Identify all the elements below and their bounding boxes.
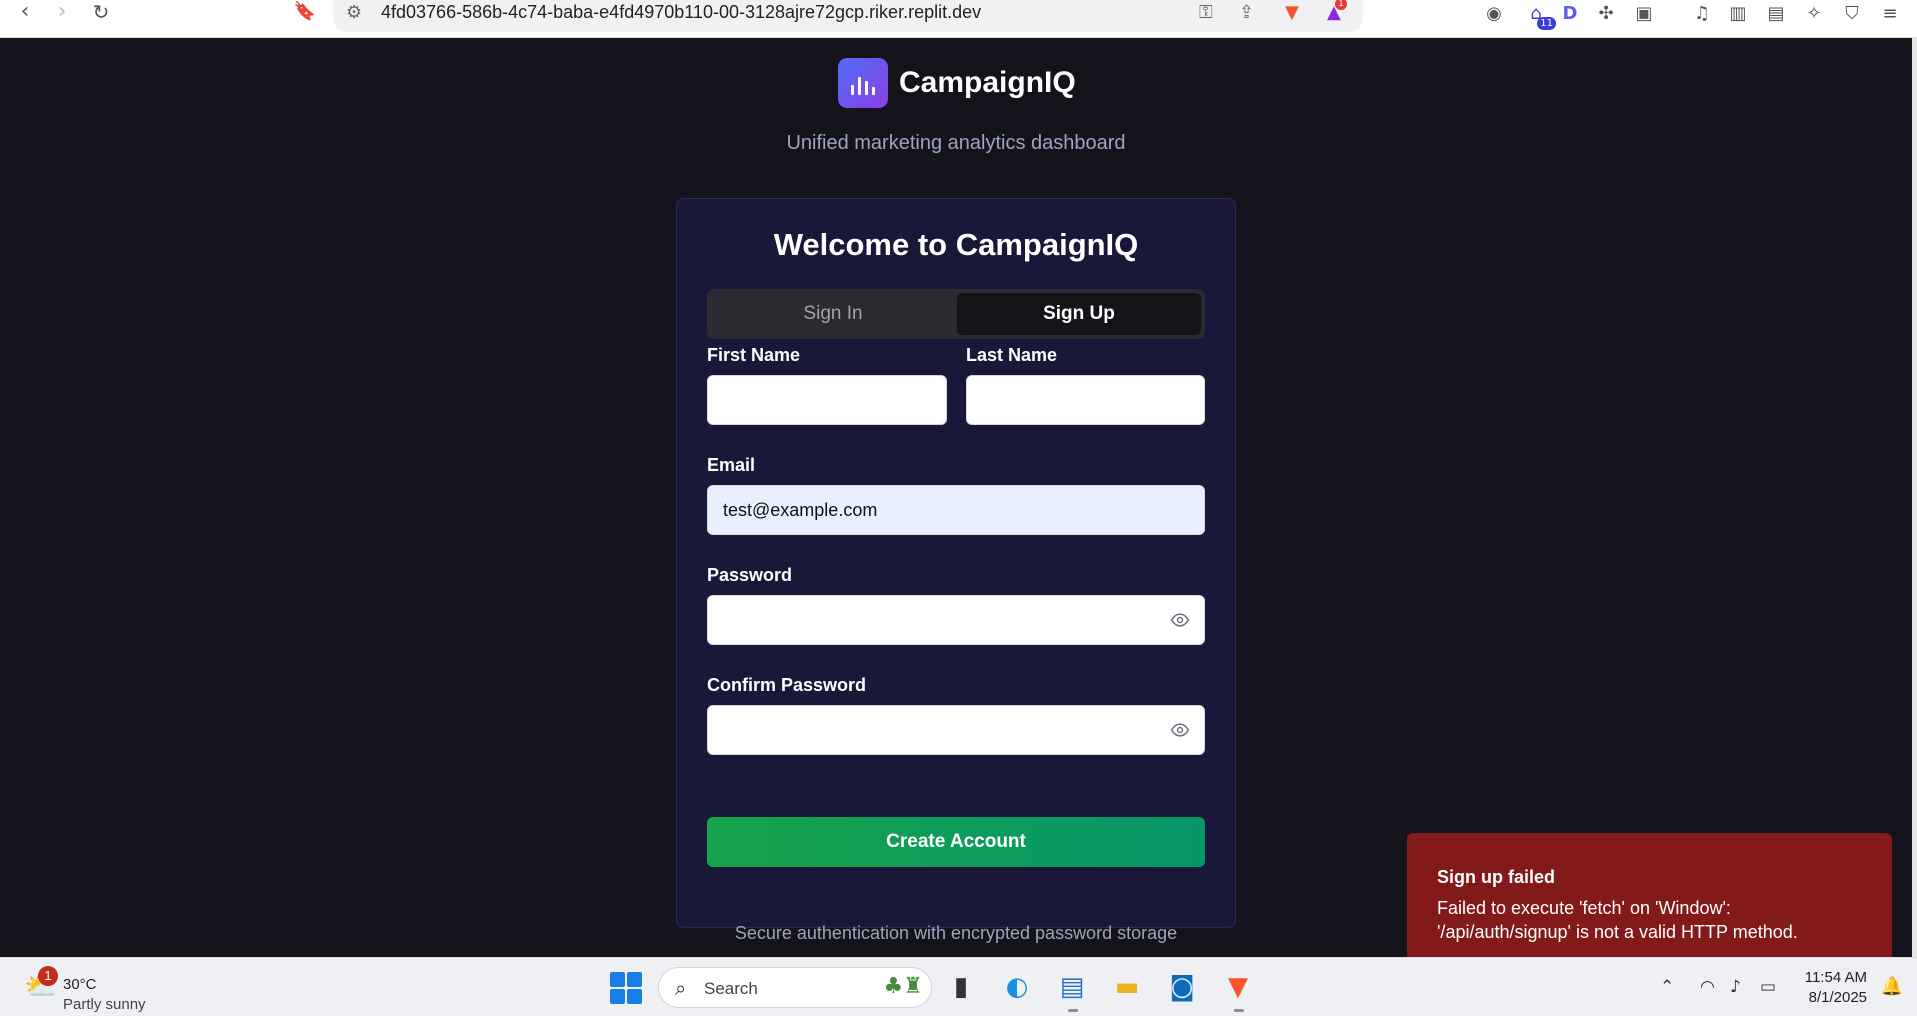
edge-icon[interactable]: ◐ xyxy=(998,968,1036,1006)
extension-hat-icon[interactable]: ⌂ 11 xyxy=(1524,2,1556,30)
notepad-icon[interactable]: ▤ xyxy=(1053,968,1091,1012)
rewards-badge: 1 xyxy=(1335,0,1347,10)
extension-badge: 11 xyxy=(1537,17,1556,30)
reload-icon[interactable]: ↻ xyxy=(86,0,116,26)
brave-rewards-icon[interactable]: ▲ 1 xyxy=(1327,0,1347,23)
weather-badge: 1 xyxy=(38,966,58,986)
windows-taskbar: ⛅ 1 30°C Partly sunny ⌕ Search ♣♜ ▮ ◐ ▤ … xyxy=(0,957,1917,1016)
first-name-input[interactable] xyxy=(707,375,947,425)
brave-browser-icon[interactable]: ▼ xyxy=(1219,968,1257,1012)
show-password-eye-icon[interactable] xyxy=(1170,609,1190,631)
auth-tabs: Sign In Sign Up xyxy=(707,289,1205,339)
brand-header: CampaignIQ xyxy=(838,58,1076,108)
extension-d-icon[interactable]: D xyxy=(1558,2,1582,26)
weather-temp: 30°C xyxy=(63,976,97,993)
password-input[interactable] xyxy=(707,595,1205,645)
start-windows-icon[interactable] xyxy=(610,972,642,1004)
brand-name: CampaignIQ xyxy=(899,66,1076,99)
notification-bell-icon[interactable]: 🔔 xyxy=(1881,976,1903,997)
page-scrollbar[interactable] xyxy=(1912,38,1917,957)
system-clock[interactable]: 11:54 AM 8/1/2025 xyxy=(1805,968,1867,1008)
sidebar-icon[interactable]: ▥ xyxy=(1726,2,1750,26)
task-view-icon[interactable]: ▮ xyxy=(942,968,980,1006)
toast-title: Sign up failed xyxy=(1437,867,1556,887)
battery-icon[interactable]: ▭ xyxy=(1760,977,1776,997)
email-input[interactable]: test@example.com xyxy=(707,485,1205,535)
vpn-shield-icon[interactable]: ⛉ xyxy=(1840,2,1864,26)
search-icon: ⌕ xyxy=(675,976,687,1000)
first-name-label: First Name xyxy=(707,345,801,365)
weather-desc: Partly sunny xyxy=(63,996,146,1013)
file-explorer-icon[interactable]: ▬ xyxy=(1108,968,1146,1006)
taskbar-search[interactable]: ⌕ Search ♣♜ xyxy=(658,967,932,1008)
address-bar[interactable]: ⚙ 4fd03766-586b-4c74-baba-e4fd4970b110-0… xyxy=(333,0,1363,32)
wifi-icon[interactable]: ◠ xyxy=(1700,977,1715,997)
wallet-icon[interactable]: ▤ xyxy=(1764,2,1788,26)
search-highlight-icon: ♣♜ xyxy=(883,974,923,999)
chart-logo-icon xyxy=(838,58,888,108)
search-label: Search xyxy=(704,979,758,998)
volume-icon[interactable]: ♪ xyxy=(1730,977,1741,997)
clock-date: 8/1/2025 xyxy=(1808,989,1867,1006)
screenshot-icon[interactable]: ◉ xyxy=(1482,2,1506,26)
show-confirm-password-eye-icon[interactable] xyxy=(1170,719,1190,741)
brave-shields-icon[interactable]: ▼ xyxy=(1285,2,1299,23)
tab-sign-in[interactable]: Sign In xyxy=(711,293,955,335)
confirm-password-label: Confirm Password xyxy=(707,675,867,695)
music-icon[interactable]: ♫ xyxy=(1690,2,1714,26)
menu-icon[interactable]: ≡ xyxy=(1878,2,1902,26)
error-toast[interactable]: Sign up failed Failed to execute 'fetch'… xyxy=(1407,833,1892,975)
card-title: Welcome to CampaignIQ xyxy=(773,227,1139,262)
auth-card: Welcome to CampaignIQ Sign In Sign Up Fi… xyxy=(676,198,1236,928)
page-content: CampaignIQ Unified marketing analytics d… xyxy=(0,38,1912,975)
reader-icon[interactable]: ▣ xyxy=(1632,2,1656,26)
password-label: Password xyxy=(707,565,793,585)
extensions-puzzle-icon[interactable]: ✣ xyxy=(1594,2,1618,26)
browser-toolbar: ‹ › ↻ 🔖 ⚙ 4fd03766-586b-4c74-baba-e4fd49… xyxy=(0,0,1917,38)
show-hidden-icons-icon[interactable]: ⌃ xyxy=(1660,977,1674,997)
last-name-label: Last Name xyxy=(966,345,1058,365)
email-label: Email xyxy=(707,455,756,475)
tab-sign-up[interactable]: Sign Up xyxy=(957,293,1201,335)
key-icon[interactable]: ⚿ xyxy=(1199,2,1213,23)
bookmark-icon[interactable]: 🔖 xyxy=(290,0,320,26)
outlook-icon[interactable]: ◙ xyxy=(1163,968,1201,1006)
clock-time: 11:54 AM xyxy=(1804,969,1867,986)
confirm-password-input[interactable] xyxy=(707,705,1205,755)
share-icon[interactable]: ⇪ xyxy=(1239,2,1254,23)
last-name-input[interactable] xyxy=(966,375,1205,425)
leo-ai-icon[interactable]: ✧ xyxy=(1802,2,1826,26)
forward-icon[interactable]: › xyxy=(47,0,77,26)
toast-message: Failed to execute 'fetch' on 'Window': '… xyxy=(1437,898,1798,942)
tagline: Unified marketing analytics dashboard xyxy=(786,132,1126,154)
back-icon[interactable]: ‹ xyxy=(10,0,40,26)
site-info-icon[interactable]: ⚙ xyxy=(346,2,362,23)
url-text[interactable]: 4fd03766-586b-4c74-baba-e4fd4970b110-00-… xyxy=(381,2,981,23)
create-account-button[interactable]: Create Account xyxy=(707,817,1205,867)
